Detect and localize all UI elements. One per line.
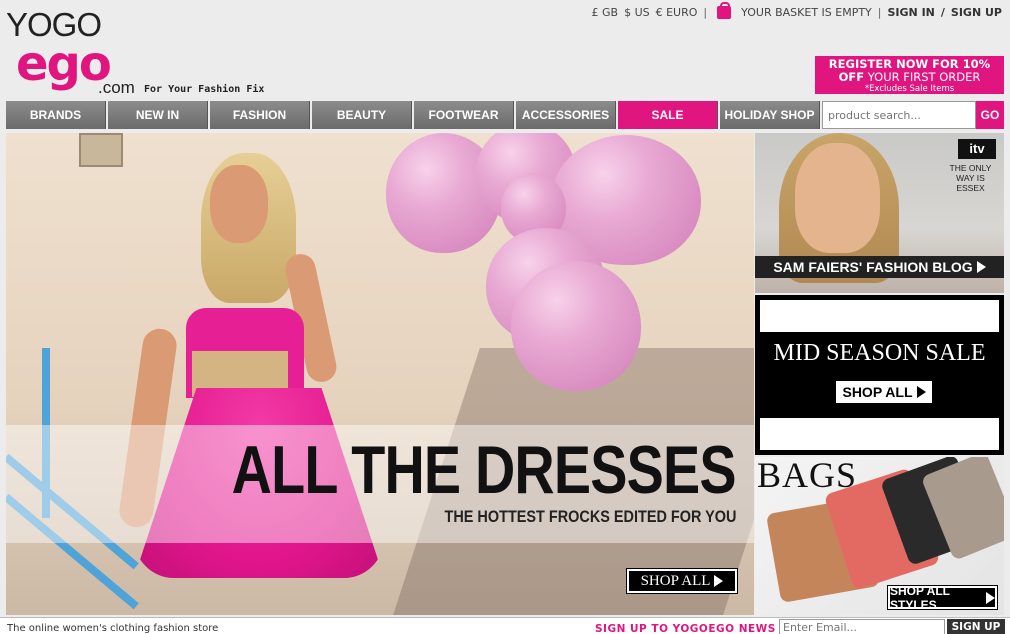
model-face [210, 165, 268, 243]
wall-lamp [79, 133, 123, 167]
bags-title: BAGS [757, 457, 858, 495]
nav-footwear[interactable]: FOOTWEAR [414, 101, 514, 129]
site-logo[interactable]: YOGO ego .com For Your Fashion Fix [6, 6, 306, 98]
separator: | [877, 6, 882, 19]
slash: / [940, 6, 945, 19]
hero-banner[interactable]: ALL THE DRESSES THE HOTTEST FROCKS EDITE… [6, 133, 754, 615]
arrow-right-icon [916, 386, 926, 398]
hero-subheadline: THE HOTTEST FROCKS EDITED FOR YOU [444, 507, 736, 526]
promo-line-2-rest: YOUR FIRST ORDER [864, 70, 981, 84]
sam-faiers-blog-tile[interactable]: itv THE ONLY WAY IS ESSEX SAM FAIERS' FA… [755, 133, 1004, 293]
footer-bar: The online women's clothing fashion stor… [0, 617, 1010, 634]
separator: | [703, 6, 708, 19]
hero-shop-all-button[interactable]: SHOP ALL [626, 568, 738, 594]
hero-headline: ALL THE DRESSES [231, 432, 737, 508]
sale-title: MID SEASON SALE [773, 340, 986, 366]
bags-tile[interactable]: BAGS SHOP ALL STYLES [755, 457, 1004, 615]
main-nav: BRANDS NEW IN FASHION BEAUTY FOOTWEAR AC… [6, 101, 820, 129]
mid-season-sale-tile[interactable]: MID SEASON SALE SHOP ALL [755, 295, 1004, 455]
newsletter-label: SIGN UP TO YOGOEGO NEWS [595, 623, 776, 634]
bags-shop-all-label: SHOP ALL STYLES [890, 583, 950, 612]
currency-gbp[interactable]: £ GB [592, 6, 619, 19]
search-go-button[interactable]: GO [976, 101, 1004, 129]
promo-line-3: *Excludes Sale Items [864, 84, 955, 94]
nav-beauty[interactable]: BEAUTY [312, 101, 412, 129]
nav-sale[interactable]: SALE [618, 101, 718, 129]
logo-tagline: For Your Fashion Fix [144, 84, 265, 95]
basket-status[interactable]: YOUR BASKET IS EMPTY [741, 6, 872, 19]
arrow-right-icon [976, 261, 986, 273]
sign-in-link[interactable]: SIGN IN [888, 6, 935, 19]
white-panel [760, 300, 999, 332]
currency-usd[interactable]: $ US [624, 6, 650, 19]
page: YOGO ego .com For Your Fashion Fix £ GB … [0, 0, 1010, 634]
sale-shop-all-button[interactable]: SHOP ALL [836, 381, 932, 403]
nav-accessories[interactable]: ACCESSORIES [516, 101, 616, 129]
blog-cta[interactable]: SAM FAIERS' FASHION BLOG [755, 256, 1004, 278]
product-search: GO [822, 101, 1004, 129]
sale-shop-all-label: SHOP ALL [842, 384, 913, 400]
sign-up-link[interactable]: SIGN UP [951, 6, 1002, 19]
balloon [511, 261, 641, 391]
footer-tagline: The online women's clothing fashion stor… [7, 623, 219, 634]
top-bar: £ GB $ US € EURO | YOUR BASKET IS EMPTY … [592, 2, 1002, 19]
promo-line-2: OFF YOUR FIRST ORDER [815, 71, 1004, 84]
search-input[interactable] [822, 101, 976, 129]
nav-fashion[interactable]: FASHION [210, 101, 310, 129]
newsletter-signup-button[interactable]: SIGN UP [947, 619, 1005, 634]
bags-shop-all-button[interactable]: SHOP ALL STYLES [887, 583, 998, 612]
currency-eur[interactable]: € EURO [656, 6, 698, 19]
promo-off: OFF [838, 70, 865, 84]
hero-shop-all-label: SHOP ALL [640, 572, 711, 589]
nav-new-in[interactable]: NEW IN [108, 101, 208, 129]
model-face [795, 143, 880, 253]
towie-logo: THE ONLY WAY IS ESSEX [949, 163, 992, 193]
logo-com: .com [98, 78, 135, 97]
logo-ego: ego [16, 36, 112, 92]
arrow-right-icon [986, 591, 995, 604]
white-panel [760, 418, 999, 450]
arrow-right-icon [714, 575, 724, 587]
nav-brands[interactable]: BRANDS [6, 101, 106, 129]
blog-cta-label: SAM FAIERS' FASHION BLOG [773, 259, 973, 275]
shopping-bag-icon[interactable] [717, 2, 732, 19]
register-promo-banner[interactable]: REGISTER NOW FOR 10% OFF YOUR FIRST ORDE… [815, 56, 1004, 94]
itv-logo: itv [958, 139, 996, 159]
newsletter-email-input[interactable] [779, 619, 945, 634]
nav-holiday-shop[interactable]: HOLIDAY SHOP [720, 101, 820, 129]
